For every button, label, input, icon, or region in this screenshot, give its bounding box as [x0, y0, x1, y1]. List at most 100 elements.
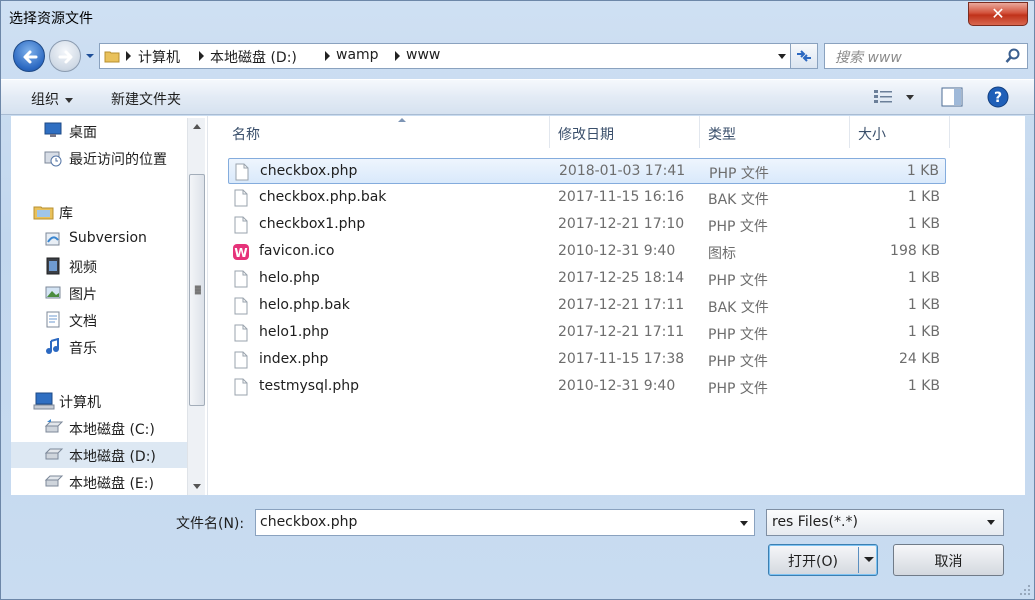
search-icon[interactable]	[1005, 48, 1021, 64]
breadcrumb-separator-icon[interactable]	[325, 51, 330, 61]
cancel-button[interactable]: 取消	[893, 544, 1004, 576]
breadcrumb-separator-icon[interactable]	[126, 51, 131, 61]
grip-icon: ▬ ▬ ▬	[194, 282, 202, 297]
organize-menu-button[interactable]: 组织	[31, 89, 73, 109]
breadcrumb-drive-d[interactable]: 本地磁盘 (D:)	[210, 47, 297, 67]
file-name: checkbox.php.bak	[259, 189, 387, 205]
navigation-scrollbar[interactable]: ▬ ▬ ▬	[187, 118, 205, 495]
file-modified: 2017-12-21 17:11	[558, 324, 685, 340]
table-row[interactable]: testmysql.php 2010-12-31 9:40 PHP 文件 1 K…	[228, 374, 946, 400]
file-name: index.php	[259, 351, 329, 367]
arrow-right-icon	[58, 50, 73, 64]
file-icon	[234, 216, 248, 234]
file-modified: 2018-01-03 17:41	[559, 163, 686, 179]
nav-item-drive-c[interactable]: 本地磁盘 (C:)	[11, 415, 187, 441]
nav-item-pictures[interactable]: 图片	[11, 280, 187, 306]
svg-text:W: W	[234, 246, 247, 260]
new-folder-button[interactable]: 新建文件夹	[111, 89, 181, 109]
folder-icon	[104, 51, 120, 63]
view-list-icon[interactable]	[873, 88, 895, 106]
filename-label: 文件名(N):	[176, 516, 245, 532]
breadcrumb-separator-icon[interactable]	[395, 51, 400, 61]
nav-item-label: 桌面	[69, 125, 97, 141]
nav-item-music[interactable]: 音乐	[11, 334, 187, 360]
nav-item-label: 库	[59, 206, 73, 222]
table-row[interactable]: helo.php 2017-12-25 18:14 PHP 文件 1 KB	[228, 266, 946, 292]
file-type: 图标	[708, 246, 736, 262]
file-type-filter-select[interactable]: res Files(*.*)	[766, 509, 1004, 536]
table-row[interactable]: W favicon.ico 2010-12-31 9:40 图标 198 KB	[228, 239, 946, 265]
file-name: checkbox.php	[260, 163, 358, 179]
file-list: 名称 修改日期 类型 大小 checkbox.php 2018-01-03 17…	[207, 116, 1025, 495]
split-divider	[858, 547, 859, 573]
column-header-label: 修改日期	[558, 127, 614, 143]
nav-item-videos[interactable]: 视频	[11, 253, 187, 279]
open-options-dropdown-icon[interactable]	[864, 557, 874, 562]
help-icon[interactable]: ?	[987, 86, 1009, 108]
nav-item-drive-d[interactable]: 本地磁盘 (D:)	[11, 442, 187, 468]
file-size: 1 KB	[906, 163, 939, 179]
scroll-up-icon[interactable]	[193, 124, 201, 129]
table-row[interactable]: helo.php.bak 2017-12-21 17:11 BAK 文件 1 K…	[228, 293, 946, 319]
nav-item-label: 视频	[69, 260, 97, 276]
nav-item-label: 音乐	[69, 341, 97, 357]
scrollbar-thumb[interactable]: ▬ ▬ ▬	[189, 174, 205, 406]
table-row[interactable]: checkbox.php.bak 2017-11-15 16:16 BAK 文件…	[228, 185, 946, 211]
svg-text:?: ?	[994, 90, 1002, 106]
filename-value: checkbox.php	[260, 514, 358, 530]
table-row[interactable]: checkbox1.php 2017-12-21 17:10 PHP 文件 1 …	[228, 212, 946, 238]
table-row[interactable]: helo1.php 2017-12-21 17:11 PHP 文件 1 KB	[228, 320, 946, 346]
column-header-size[interactable]: 大小	[850, 116, 950, 148]
column-header-type[interactable]: 类型	[700, 116, 850, 148]
file-icon	[235, 163, 249, 181]
forward-button[interactable]	[49, 40, 81, 72]
nav-item-documents[interactable]: 文档	[11, 307, 187, 333]
preview-pane-icon[interactable]	[941, 87, 963, 107]
table-row[interactable]: checkbox.php 2018-01-03 17:41 PHP 文件 1 K…	[228, 158, 946, 184]
command-toolbar: 组织 新建文件夹 ?	[1, 79, 1034, 115]
file-modified: 2017-12-25 18:14	[558, 270, 685, 286]
file-size: 1 KB	[907, 270, 940, 286]
nav-item-desktop[interactable]: 桌面	[11, 118, 187, 144]
library-icon	[33, 206, 54, 220]
file-icon	[234, 324, 248, 342]
back-button[interactable]	[13, 40, 45, 72]
refresh-button[interactable]	[790, 43, 818, 69]
file-icon	[234, 189, 248, 207]
window-title: 选择资源文件	[9, 11, 93, 27]
nav-item-subversion[interactable]: Subversion	[11, 226, 187, 252]
column-header-label: 大小	[858, 127, 886, 143]
file-size: 1 KB	[907, 216, 940, 232]
open-button[interactable]: 打开(O)	[768, 544, 878, 576]
nav-item-label: 图片	[69, 287, 97, 303]
resize-grip-icon[interactable]	[1019, 584, 1031, 596]
computer-icon	[33, 392, 55, 410]
nav-item-label: 最近访问的位置	[69, 152, 167, 168]
column-header-label: 名称	[232, 127, 260, 143]
column-header-modified[interactable]: 修改日期	[550, 116, 700, 148]
filename-input[interactable]: checkbox.php	[255, 509, 755, 536]
nav-item-recent-places[interactable]: 最近访问的位置	[11, 145, 187, 171]
column-header-name[interactable]: 名称	[224, 116, 550, 148]
file-type: PHP 文件	[708, 327, 768, 343]
breadcrumb-wamp[interactable]: wamp	[336, 47, 379, 63]
breadcrumb-separator-icon[interactable]	[199, 51, 204, 61]
nav-item-label: 本地磁盘 (E:)	[69, 476, 154, 492]
nav-item-libraries[interactable]: 库	[11, 199, 187, 225]
breadcrumb-computer[interactable]: 计算机	[138, 47, 180, 67]
history-dropdown-icon[interactable]	[85, 51, 95, 61]
scroll-down-icon[interactable]	[193, 484, 201, 489]
address-bar[interactable]: 计算机 本地磁盘 (D:) wamp www	[99, 43, 794, 69]
nav-item-drive-e[interactable]: 本地磁盘 (E:)	[11, 469, 187, 495]
search-input[interactable]: 搜索 www	[824, 43, 1028, 69]
nav-item-label: 本地磁盘 (D:)	[69, 449, 156, 465]
address-dropdown-icon[interactable]	[777, 53, 787, 61]
nav-item-computer[interactable]: 计算机	[11, 388, 187, 414]
file-name: testmysql.php	[259, 378, 359, 394]
chevron-down-icon[interactable]	[740, 521, 748, 526]
breadcrumb-www[interactable]: www	[406, 47, 440, 63]
view-dropdown-icon[interactable]	[906, 95, 914, 100]
table-row[interactable]: index.php 2017-11-15 17:38 PHP 文件 24 KB	[228, 347, 946, 373]
close-button[interactable]: ✕	[968, 2, 1028, 26]
sort-ascending-icon	[398, 118, 406, 122]
